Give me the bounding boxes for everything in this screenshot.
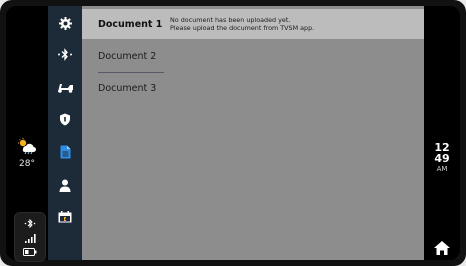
calendar-service-icon	[58, 211, 72, 223]
weather-widget: 28°	[10, 138, 44, 169]
right-status-strip: 12 49 AM	[424, 6, 460, 260]
nav-profile[interactable]	[48, 172, 82, 198]
document-row-2[interactable]: Document 2	[82, 41, 424, 71]
user-icon	[59, 179, 71, 192]
message-line-1: No document has been uploaded yet.	[170, 16, 291, 24]
document-label: Document 2	[98, 50, 157, 62]
document-label: Document 3	[98, 82, 157, 94]
documents-panel: Document 1 No document has been uploaded…	[82, 6, 424, 260]
nav-bluetooth[interactable]	[48, 41, 82, 67]
scooter-icon	[58, 84, 73, 93]
bluetooth-icon	[24, 219, 36, 229]
shield-icon	[60, 113, 70, 125]
gear-icon	[58, 16, 72, 30]
nav-service[interactable]	[48, 204, 82, 230]
home-button[interactable]	[433, 240, 451, 256]
bluetooth-icon	[58, 47, 72, 61]
temperature-readout: 28°	[19, 159, 35, 169]
clock-minute: 49	[434, 152, 450, 165]
nav-settings[interactable]	[48, 10, 82, 36]
home-icon	[434, 241, 450, 255]
nav-documents[interactable]	[48, 139, 82, 165]
clock-period: AM	[436, 165, 448, 173]
document-icon	[60, 145, 70, 159]
empty-document-message: No document has been uploaded yet. Pleas…	[170, 16, 314, 32]
nav-vehicle[interactable]	[48, 74, 82, 100]
cloudy-rain-icon	[18, 138, 36, 155]
document-label: Document 1	[98, 18, 163, 30]
navigation-rail	[48, 6, 82, 260]
connection-status-box	[14, 212, 46, 262]
nav-security[interactable]	[48, 106, 82, 132]
message-line-2: Please upload the document from TVSM app…	[170, 24, 315, 32]
document-row-1[interactable]: Document 1 No document has been uploaded…	[82, 9, 424, 39]
clock: 12 49 AM	[424, 142, 460, 173]
document-row-3[interactable]: Document 3	[82, 73, 424, 103]
device-screen: 28° Document 1 No document has been uplo…	[0, 0, 466, 266]
signal-icon	[25, 233, 36, 243]
battery-icon	[23, 247, 37, 256]
left-status-strip: 28°	[6, 6, 48, 262]
